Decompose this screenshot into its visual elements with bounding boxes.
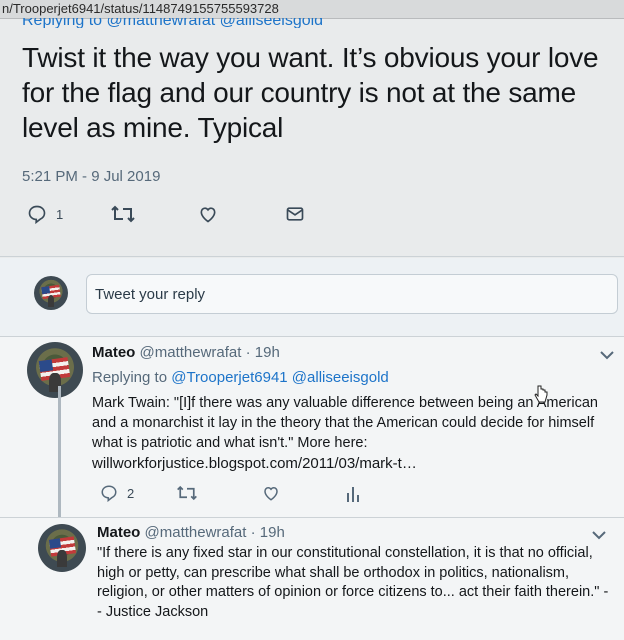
replying-to-prefix: Replying to (92, 369, 168, 386)
tweet-header: Mateo @matthewrafat · 19h (97, 524, 285, 541)
retweet-button[interactable] (176, 484, 198, 502)
chevron-down-icon[interactable] (592, 530, 606, 540)
like-button[interactable] (198, 204, 218, 224)
avatar (34, 276, 68, 310)
mouse-cursor-icon (534, 385, 548, 403)
separator-dot: · (245, 344, 251, 361)
display-name[interactable]: Mateo (92, 344, 135, 361)
tweet-age[interactable]: 19h (260, 524, 285, 541)
like-button[interactable] (262, 484, 280, 502)
like-icon (200, 207, 216, 223)
tweet-timestamp[interactable]: 5:21 PM - 9 Jul 2019 (22, 168, 160, 185)
mention-link[interactable]: @alliseeisgold (292, 369, 389, 386)
address-bar[interactable]: n/Trooperjet6941/status/1148749155755593… (0, 0, 624, 19)
reply-count: 2 (127, 485, 135, 501)
divider (0, 256, 624, 257)
tweet-header: Mateo @matthewrafat · 19h (92, 344, 280, 361)
chevron-down-icon[interactable] (600, 350, 614, 360)
replying-to: Replying to @Trooperjet6941 @alliseeisgo… (92, 369, 389, 386)
message-icon (286, 207, 304, 221)
main-tweet-text: Twist it the way you want. It’s obvious … (22, 42, 599, 143)
user-handle[interactable]: @matthewrafat (145, 524, 247, 541)
tweet-link[interactable]: willworkforjustice.blogspot.com/2011/03/… (92, 454, 492, 474)
retweet-icon (177, 485, 197, 501)
avatar[interactable] (38, 524, 86, 572)
mention-link[interactable]: @Trooperjet6941 (171, 369, 287, 386)
message-button[interactable] (285, 204, 305, 224)
like-icon (264, 486, 278, 501)
user-handle[interactable]: @matthewrafat (140, 344, 242, 361)
tweet-age[interactable]: 19h (255, 344, 280, 361)
display-name[interactable]: Mateo (97, 524, 140, 541)
tweet-text: "If there is any fixed star in our const… (97, 545, 609, 620)
analytics-button[interactable] (346, 484, 360, 502)
tweet-reply-input[interactable]: Tweet your reply (86, 274, 618, 314)
reply-icon (101, 485, 117, 502)
retweet-icon (111, 205, 135, 223)
separator-dot: · (250, 524, 256, 541)
replying-to-label: Replying to @matthewrafat @alliseeisgold (22, 18, 324, 28)
avatar[interactable] (27, 342, 83, 398)
retweet-button[interactable] (110, 204, 136, 224)
reply1-actions: 2 (0, 484, 624, 508)
reply-icon (28, 205, 46, 224)
reply-button[interactable]: 1 (27, 204, 63, 224)
main-tweet-actions: 1 (0, 204, 624, 228)
analytics-icon (347, 487, 359, 502)
reply-button[interactable]: 2 (100, 484, 134, 502)
reply-count: 1 (56, 206, 64, 222)
